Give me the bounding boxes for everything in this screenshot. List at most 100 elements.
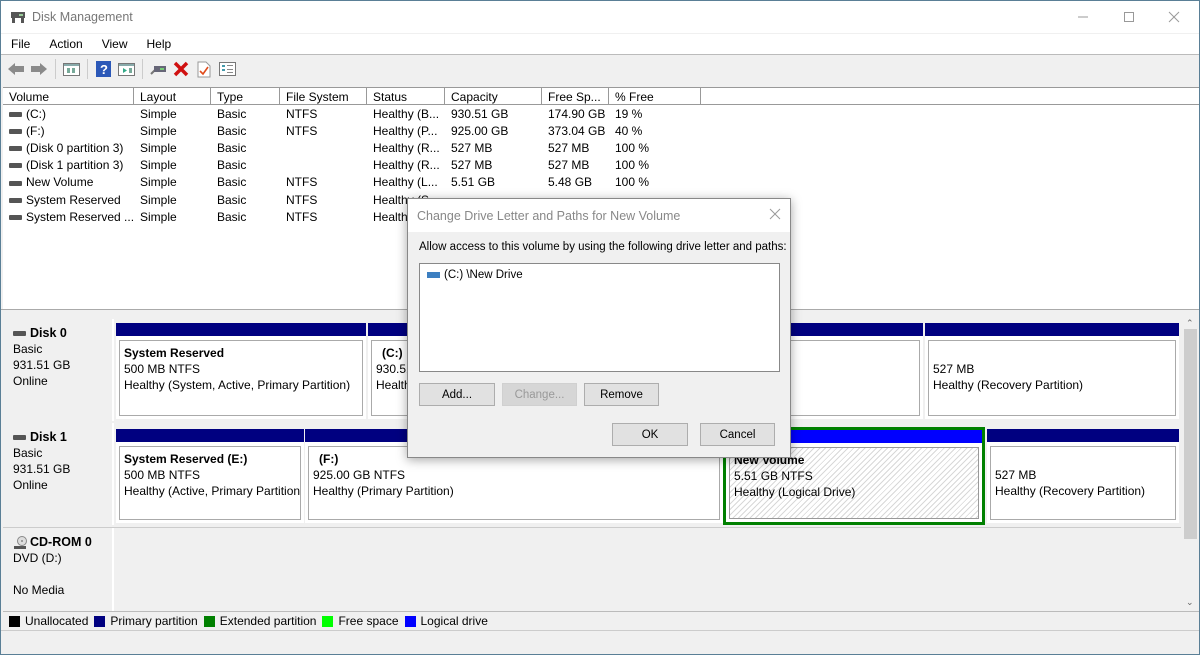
- cell-type: Basic: [217, 175, 247, 190]
- help-icon[interactable]: ?: [92, 58, 114, 80]
- partition-title: (F:): [319, 452, 339, 466]
- change-button[interactable]: Change...: [502, 383, 577, 406]
- partition-recovery-1[interactable]: 527 MB Healthy (Recovery Partition): [987, 429, 1179, 523]
- scroll-up-icon[interactable]: ⌃: [1186, 318, 1194, 329]
- partition-status: Healthy (Primary Partition): [313, 484, 454, 498]
- scroll-down-icon[interactable]: ⌄: [1186, 597, 1194, 608]
- scrollbar-thumb[interactable]: [1184, 329, 1197, 539]
- column-header-file-system[interactable]: File System: [280, 88, 367, 104]
- primary-partition-bar: [987, 429, 1179, 442]
- legend-label: Extended partition: [219, 614, 317, 628]
- check-icon[interactable]: [193, 58, 215, 80]
- forward-icon[interactable]: [28, 58, 50, 80]
- volume-row[interactable]: (Disk 0 partition 3) Simple Basic Healthy (…: [3, 139, 1199, 156]
- drive-icon: [427, 272, 440, 278]
- path-item[interactable]: (C:) \New Drive: [427, 269, 779, 281]
- back-icon[interactable]: [5, 58, 27, 80]
- minimize-icon[interactable]: [1060, 1, 1106, 33]
- volume-row[interactable]: New Volume Simple Basic NTFS Healthy (L... 5.…: [3, 174, 1199, 191]
- cell-status: Healthy (P...: [373, 123, 438, 138]
- legend-label: Logical drive: [420, 614, 488, 628]
- partition-system-reserved[interactable]: System Reserved 500 MB NTFS Healthy (Syste…: [116, 323, 366, 419]
- partition-size: 527 MB: [995, 468, 1037, 482]
- legend-swatch-logical: [404, 615, 416, 627]
- column-header-percent-free[interactable]: % Free: [609, 88, 701, 104]
- cell-percent-free: 100 %: [615, 158, 650, 173]
- cdrom-icon: [13, 535, 30, 549]
- legend-swatch-unallocated: [9, 615, 20, 627]
- volume-row[interactable]: (F:) Simple Basic NTFS Healthy (P... 925.00 G…: [3, 122, 1199, 139]
- legend-swatch-primary: [94, 615, 106, 627]
- volume-cell: (C:): [3, 107, 134, 121]
- partition-recovery-0[interactable]: 527 MB Healthy (Recovery Partition): [925, 323, 1179, 419]
- column-header-free-space[interactable]: Free Sp...: [542, 88, 609, 104]
- partition-status: Healthy (Logical Drive): [734, 485, 856, 499]
- console-tree-icon[interactable]: [60, 58, 82, 80]
- volume-cell: System Reserved ...: [3, 210, 134, 224]
- ok-button[interactable]: OK: [612, 423, 688, 446]
- column-header-status[interactable]: Status: [367, 88, 445, 104]
- volume-row[interactable]: (Disk 1 partition 3) Simple Basic Healthy (…: [3, 157, 1199, 174]
- disk-size: 931.51 GB: [13, 358, 71, 372]
- volume-cell: (Disk 0 partition 3): [3, 141, 134, 155]
- disk-name: CD-ROM 0: [30, 535, 92, 549]
- partition-size: 500 MB NTFS: [124, 468, 201, 482]
- dialog-close-icon[interactable]: [769, 207, 781, 225]
- volume-row[interactable]: (C:) Simple Basic NTFS Healthy (B... 930.51 G…: [3, 105, 1199, 122]
- disk-label-1[interactable]: Disk 1 Basic 931.51 GB Online: [3, 423, 114, 525]
- connect-disk-icon[interactable]: [147, 58, 169, 80]
- properties-icon[interactable]: [216, 58, 238, 80]
- menu-help[interactable]: Help: [137, 37, 181, 51]
- maximize-icon[interactable]: [1106, 1, 1152, 33]
- action-pane-icon[interactable]: [115, 58, 137, 80]
- disk-row-cdrom: CD-ROM 0 DVD (D:) No Media: [3, 527, 1181, 611]
- cell-type: Basic: [217, 123, 247, 138]
- app-icon: [10, 11, 26, 23]
- cell-free-space: 5.48 GB: [548, 175, 593, 190]
- cell-capacity: 925.00 GB: [451, 123, 509, 138]
- cell-file-system: NTFS: [286, 123, 318, 138]
- remove-button[interactable]: Remove: [584, 383, 659, 406]
- cell-file-system: NTFS: [286, 209, 318, 224]
- legend-label: Free space: [338, 614, 399, 628]
- vertical-scrollbar[interactable]: ⌃ ⌄: [1182, 317, 1199, 610]
- menu-action[interactable]: Action: [39, 37, 91, 51]
- add-button[interactable]: Add...: [419, 383, 495, 406]
- cell-layout: Simple: [140, 175, 177, 190]
- disk-name: Disk 0: [30, 326, 67, 340]
- column-header-capacity[interactable]: Capacity: [445, 88, 542, 104]
- cell-status: Healthy (B...: [373, 106, 440, 121]
- column-header-volume[interactable]: Volume: [3, 88, 134, 104]
- primary-partition-bar: [116, 323, 366, 336]
- partition-title: System Reserved: [124, 346, 225, 360]
- cell-free-space: 527 MB: [548, 140, 590, 155]
- cell-type: Basic: [217, 106, 247, 121]
- delete-icon[interactable]: [170, 58, 192, 80]
- close-icon[interactable]: [1151, 1, 1197, 33]
- cell-type: Basic: [217, 158, 247, 173]
- cancel-button[interactable]: Cancel: [700, 423, 775, 446]
- cell-type: Basic: [217, 140, 247, 155]
- column-header-layout[interactable]: Layout: [134, 88, 211, 104]
- cell-file-system: NTFS: [286, 106, 318, 121]
- paths-list[interactable]: (C:) \New Drive: [419, 263, 780, 372]
- legend-swatch-free: [322, 615, 334, 627]
- cell-layout: Simple: [140, 106, 177, 121]
- toolbar-separator: [142, 59, 143, 79]
- cell-layout: Simple: [140, 158, 177, 173]
- partition-system-reserved-e[interactable]: System Reserved (E:) 500 MB NTFS Healthy (…: [116, 429, 304, 523]
- disk-state: Online: [13, 374, 48, 388]
- cell-status: Healthy (R...: [373, 140, 440, 155]
- disk-label-cdrom[interactable]: CD-ROM 0 DVD (D:) No Media: [3, 528, 114, 611]
- volume-icon: [9, 146, 22, 152]
- menu-file[interactable]: File: [1, 37, 39, 51]
- column-header-type[interactable]: Type: [211, 88, 280, 104]
- menu-view[interactable]: View: [92, 37, 137, 51]
- disk-icon: [13, 331, 26, 337]
- cell-percent-free: 19 %: [615, 106, 643, 121]
- cell-type: Basic: [217, 192, 247, 207]
- volume-name: (Disk 0 partition 3): [26, 140, 124, 155]
- dialog-title-bar: Change Drive Letter and Paths for New Vo…: [408, 199, 790, 232]
- disk-label-0[interactable]: Disk 0 Basic 931.51 GB Online: [3, 319, 114, 421]
- partition-title: System Reserved (E:): [124, 452, 248, 466]
